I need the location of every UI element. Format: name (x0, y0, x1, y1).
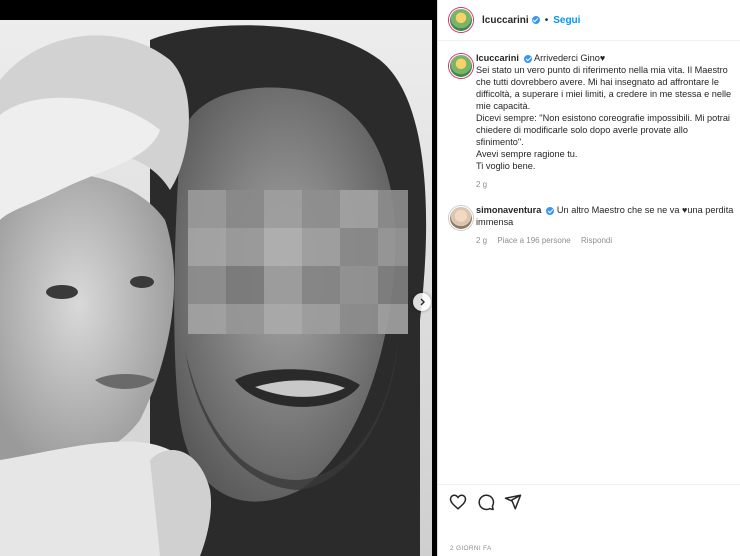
caption-line: Avevi sempre ragione tu. (476, 149, 578, 159)
avatar[interactable] (449, 8, 473, 32)
reply-button[interactable]: Rispondi (581, 236, 612, 245)
caption-line: mie capacità. (476, 101, 531, 111)
share-icon[interactable] (504, 493, 522, 511)
comment-body: immensa (476, 217, 514, 227)
caption-text: lcuccarini Arrivederci Gino♥ Sei stato u… (476, 52, 737, 172)
heart-icon[interactable] (449, 493, 467, 511)
caption-line: Ti voglio bene. (476, 161, 536, 171)
caption-line: che tutti dovrebbero avere. Mi hai inseg… (476, 77, 719, 87)
comment-text: simonaventura Un altro Maestro che se ne… (476, 204, 737, 228)
caption-username[interactable]: lcuccarini (476, 53, 519, 63)
caption-line: chiedere di modificarle solo dopo averle… (476, 125, 688, 147)
post-sidebar: lcuccarini • Segui lcuccarini Arrivederc… (437, 0, 740, 556)
comment-meta: 2 g Piace a 196 persone Rispondi (476, 236, 737, 245)
comment-time[interactable]: 2 g (476, 236, 487, 245)
avatar[interactable] (449, 206, 473, 230)
post-photo[interactable] (0, 20, 432, 556)
comment-icon[interactable] (477, 493, 495, 511)
comment-item: simonaventura Un altro Maestro che se ne… (438, 204, 740, 245)
post-author-username[interactable]: lcuccarini (482, 15, 529, 26)
verified-badge-icon (546, 206, 555, 215)
caption-time[interactable]: 2 g (476, 180, 487, 189)
caption-title: Arrivederci Gino (533, 53, 600, 63)
separator-dot: • (544, 14, 549, 26)
avatar[interactable] (449, 54, 473, 78)
comment-body: Un altro Maestro che se ne va (556, 205, 680, 215)
comment-body: una perdita (687, 205, 734, 215)
comments-list: lcuccarini Arrivederci Gino♥ Sei stato u… (438, 52, 740, 245)
chevron-right-icon (420, 298, 425, 306)
follow-button[interactable]: Segui (553, 15, 580, 26)
post-header: lcuccarini • Segui (438, 0, 740, 41)
caption-line: difficoltà, a superare i miei limiti, a … (476, 89, 732, 99)
caption-line: Sei stato un vero punto di riferimento n… (476, 65, 728, 75)
caption-comment: lcuccarini Arrivederci Gino♥ Sei stato u… (438, 52, 740, 189)
next-media-button[interactable] (413, 293, 431, 311)
photo-illustration (0, 20, 432, 556)
comment-likes[interactable]: Piace a 196 persone (497, 236, 570, 245)
verified-badge-icon (531, 16, 540, 24)
caption-meta: 2 g (476, 180, 737, 189)
comment-username[interactable]: simonaventura (476, 205, 541, 215)
verified-badge-icon (523, 54, 532, 63)
heart-emoji-icon: ♥ (599, 53, 606, 63)
post-date[interactable]: 2 GIORNI FA (450, 545, 492, 552)
pixelation-mosaic (188, 190, 408, 334)
post-media-panel (0, 0, 437, 556)
caption-line: Dicevi sempre: "Non esistono coreografie… (476, 113, 730, 123)
post-actions-bar (438, 484, 740, 519)
